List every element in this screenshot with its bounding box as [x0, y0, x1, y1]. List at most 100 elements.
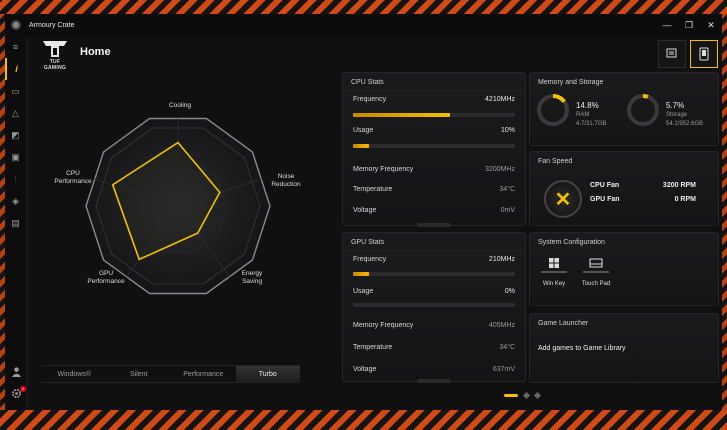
sliders-icon[interactable]: ⫶	[5, 168, 26, 190]
gpu-usage-row: Usage 0%	[353, 288, 515, 295]
cpu-usage-value: 10%	[500, 127, 515, 134]
gpu-usage-bar	[353, 303, 515, 307]
fan-speed-panel: Fan Speed ✕ CPU Fan 3200 RPM GPU Fan 0 RPM	[529, 151, 719, 226]
aura-icon[interactable]: △	[5, 102, 26, 124]
page-dot[interactable]	[533, 391, 542, 400]
touchpad-toggle[interactable]: Touch Pad	[578, 255, 614, 287]
tuf-logo: TUF GAMING	[38, 40, 72, 71]
storage-label: Storage	[666, 112, 688, 118]
tuf-logo-icon	[43, 41, 67, 57]
touchpad-label: Touch Pad	[581, 281, 611, 287]
gear-icon[interactable]: 1	[5, 382, 27, 404]
cpu-memfreq-label: Memory Frequency	[353, 166, 414, 173]
cpu-memfreq-row: Memory Frequency 3200MHz	[353, 166, 515, 173]
cpu-usage-label: Usage	[353, 127, 374, 134]
radar-label-noise: Noise Reduction	[271, 173, 301, 188]
game-launcher-title: Game Launcher	[538, 320, 589, 327]
gamepad-icon[interactable]: ▣	[5, 146, 26, 168]
news-icon[interactable]: ▤	[5, 212, 26, 234]
user-icon[interactable]	[5, 360, 27, 382]
gpu-frequency-label: Frequency	[353, 256, 387, 263]
cpu-memfreq-value: 3200MHz	[485, 166, 515, 173]
gpu-stats-title: GPU Stats	[343, 233, 525, 251]
radar-label-cooling: Cooling	[169, 102, 191, 109]
tag-icon[interactable]: ◈	[5, 190, 26, 212]
maximize-button[interactable]: ❐	[678, 20, 700, 31]
cpu-fan-label: CPU Fan	[590, 182, 620, 189]
mode-performance[interactable]: Performance	[171, 366, 236, 382]
win-key-label: Win Key	[542, 281, 566, 287]
gpu-fan-row: GPU Fan 0 RPM	[590, 196, 696, 203]
gpu-memfreq-row: Memory Frequency 405MHz	[353, 322, 515, 329]
mode-silent[interactable]: Silent	[107, 366, 172, 382]
gpu-temp-row: Temperature 34°C	[353, 344, 515, 351]
ram-detail: 4.7/31.7GB	[576, 121, 607, 127]
cpu-stats-title: CPU Stats	[343, 73, 525, 91]
gpu-memfreq-label: Memory Frequency	[353, 322, 414, 329]
gpu-usage-label: Usage	[353, 288, 374, 295]
gpu-fan-label: GPU Fan	[590, 196, 620, 203]
mode-turbo[interactable]: Turbo	[235, 366, 300, 382]
ram-label: RAM	[576, 112, 590, 118]
cpu-voltage-value: 0mV	[500, 207, 515, 214]
device-icon[interactable]: ▭	[5, 80, 26, 102]
page-dot[interactable]	[522, 391, 531, 400]
page-dot-active[interactable]	[504, 394, 518, 397]
gpu-temp-label: Temperature	[353, 344, 393, 351]
ram-gauge	[537, 94, 569, 126]
notification-badge: 1	[20, 386, 26, 392]
gpu-memfreq-value: 405MHz	[488, 322, 515, 329]
cpu-usage-row: Usage 10%	[353, 127, 515, 134]
cpu-voltage-label: Voltage	[353, 207, 377, 214]
gpu-stats-panel: GPU Stats Frequency 210MHz Usage 0% Memory…	[342, 232, 526, 383]
radar-label-line: Cooling	[169, 102, 191, 109]
cpu-stats-panel: CPU Stats Frequency 4210MHz Usage 10% Memo…	[342, 72, 526, 227]
gpu-usage-value: 0%	[504, 288, 515, 295]
game-visual-icon[interactable]: ◩	[5, 124, 26, 146]
device-widget-button[interactable]	[690, 40, 718, 68]
fan-speed-title: Fan Speed	[538, 158, 573, 165]
radar-label-energy: Energy Saving	[242, 270, 263, 285]
gpu-frequency-bar	[353, 272, 515, 276]
radar-label-line: Saving	[242, 278, 262, 285]
add-games-link[interactable]: Add games to Game Library	[538, 345, 626, 352]
cpu-fan-rpm: 3200 RPM	[662, 182, 696, 189]
mode-windows[interactable]: Windows®	[42, 366, 107, 382]
gpu-temp-value: 34°C	[499, 344, 515, 351]
panel-notch	[417, 223, 451, 227]
minimize-button[interactable]: —	[656, 20, 678, 31]
gpu-frequency-value: 210MHz	[488, 256, 515, 263]
close-button[interactable]: ✕	[700, 20, 722, 31]
touchpad-icon	[583, 255, 609, 273]
title-bar: Armoury Crate — ❐ ✕	[5, 14, 722, 36]
hazard-stripe-right	[722, 14, 727, 410]
gpu-voltage-value: 637mV	[492, 366, 515, 373]
menu-icon[interactable]: ≡	[5, 36, 26, 58]
radar-label-line: GPU	[99, 270, 113, 277]
info-icon[interactable]: i	[5, 58, 26, 80]
cpu-frequency-label: Frequency	[353, 96, 387, 103]
cpu-usage-bar	[353, 144, 515, 148]
app-icon	[11, 20, 21, 30]
cpu-temp-label: Temperature	[353, 186, 393, 193]
main-content: TUF GAMING Home Cooling Noise Reduction E…	[28, 36, 722, 410]
monitor-widget-button[interactable]	[658, 40, 686, 68]
cpu-frequency-fill	[353, 113, 451, 117]
memory-storage-panel: Memory and Storage 14.8% RAM 4.7/31.7GB …	[529, 72, 719, 146]
gpu-voltage-row: Voltage 637mV	[353, 366, 515, 373]
gpu-frequency-row: Frequency 210MHz	[353, 256, 515, 263]
radar-label-line: Reduction	[271, 181, 301, 188]
app-title: Armoury Crate	[29, 21, 75, 29]
logo-text: TUF GAMING	[43, 59, 67, 71]
gpu-fan-rpm: 0 RPM	[674, 196, 696, 203]
hazard-stripe-top	[0, 0, 727, 14]
gpu-frequency-fill	[353, 272, 370, 276]
win-key-toggle[interactable]: Win Key	[536, 255, 572, 287]
cpu-temp-row: Temperature 34°C	[353, 186, 515, 193]
cpu-temp-value: 34°C	[499, 186, 515, 193]
page-title: Home	[80, 46, 111, 58]
radar-label-line: Noise	[278, 173, 295, 180]
radar-label-cpu: CPU Performance	[54, 170, 92, 185]
system-config-title: System Configuration	[538, 239, 605, 246]
performance-radar-chart: Cooling Noise Reduction Energy Saving GPU P…	[54, 102, 301, 295]
